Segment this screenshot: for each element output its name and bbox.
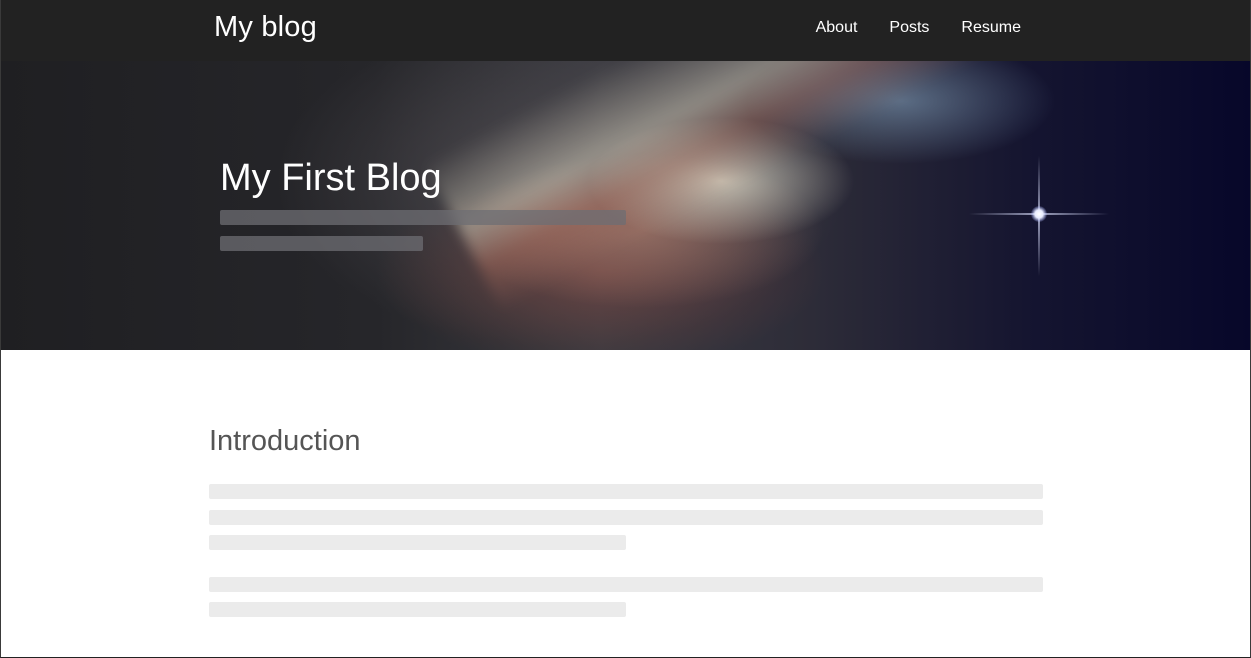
bright-star [1031, 206, 1047, 222]
paragraph-placeholder-line [209, 602, 626, 617]
hero-title: My First Blog [220, 157, 442, 199]
paragraph-placeholder-line [209, 535, 626, 550]
section-title: Introduction [209, 425, 361, 457]
paragraph-placeholder-line [209, 577, 1043, 592]
nav-link-about[interactable]: About [816, 19, 858, 37]
brand-link[interactable]: My blog [214, 11, 317, 44]
paragraph-placeholder-line [209, 510, 1043, 525]
browser-viewport: My blog About Posts Resume My First Blog… [0, 0, 1251, 658]
main-content: Introduction [1, 350, 1250, 657]
hero-subtitle-placeholder-line [220, 236, 423, 251]
hero-banner: My First Blog [1, 61, 1250, 350]
nav-links: About Posts Resume [816, 19, 1021, 37]
top-navbar: My blog About Posts Resume [1, 0, 1250, 61]
hero-subtitle-placeholder-line [220, 210, 626, 225]
paragraph-placeholder-line [209, 484, 1043, 499]
nav-link-posts[interactable]: Posts [889, 19, 929, 37]
nav-link-resume[interactable]: Resume [961, 19, 1021, 37]
